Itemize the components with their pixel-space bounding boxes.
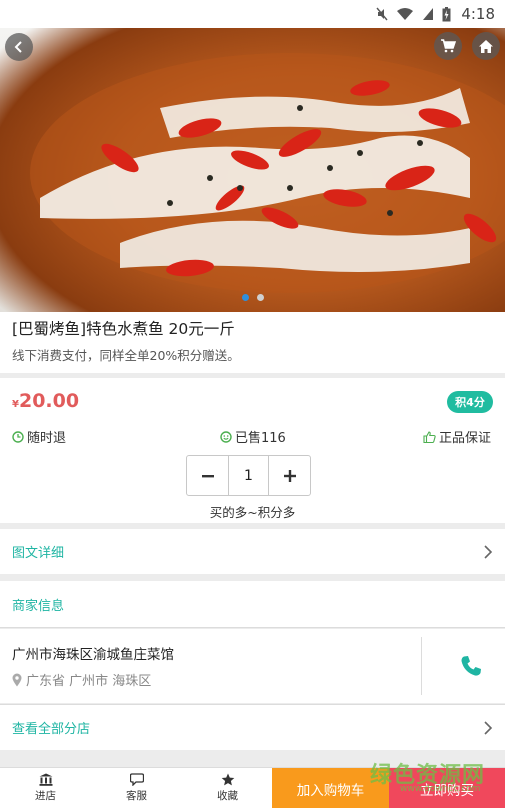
feature-sold-label: 已售116 <box>235 431 286 446</box>
location-pin-icon <box>12 673 22 686</box>
feature-sold: 已售116 <box>220 427 286 446</box>
quantity-stepper[interactable]: 1 <box>186 455 311 496</box>
battery-icon <box>442 6 451 21</box>
tab-enter-store[interactable]: 进店 <box>0 768 91 808</box>
home-icon <box>479 39 493 53</box>
quantity-hint: 买的多~积分多 <box>209 505 296 520</box>
star-icon <box>221 773 234 786</box>
chevron-right-icon <box>484 720 493 735</box>
add-to-cart-button[interactable]: 加入购物车 <box>272 768 389 808</box>
product-image-carousel[interactable] <box>0 28 505 312</box>
plus-icon <box>283 469 296 482</box>
bottom-action-bar: 进店 客服 收藏 加入购物车 立即购买 <box>0 767 505 808</box>
chat-icon <box>129 773 144 786</box>
back-button[interactable] <box>5 33 33 61</box>
merchant-info-label: 商家信息 <box>12 598 65 614</box>
price-block: ¥20.00 积4分 随时退 已售116 正品保证 1 买的多~积分多 <box>0 378 505 523</box>
chevron-right-icon <box>484 544 493 559</box>
tab-enter-store-label: 进店 <box>35 790 56 802</box>
fish-dish-image <box>30 53 505 293</box>
minus-icon <box>201 474 214 477</box>
status-bar: 4:18 <box>0 0 505 28</box>
shop-location: 广东省 广州市 海珠区 <box>12 670 151 689</box>
status-time: 4:18 <box>461 5 495 23</box>
cart-icon <box>441 39 456 53</box>
all-branches-label: 查看全部分店 <box>12 722 91 737</box>
product-page: 4:18 [巴蜀烤鱼]特色水煮鱼 20元一斤 线下消费支付，同样全单20%积分赠… <box>0 0 505 808</box>
tab-favorite-label: 收藏 <box>217 790 238 802</box>
detail-label: 图文详细 <box>12 546 65 561</box>
divider <box>421 637 422 695</box>
merchant-info-header: 商家信息 <box>0 581 505 628</box>
feature-genuine: 正品保证 <box>423 427 491 446</box>
shop-location-text: 广东省 广州市 海珠区 <box>26 674 152 689</box>
product-price: ¥20.00 <box>12 390 79 412</box>
call-button[interactable] <box>454 651 488 681</box>
thumbs-up-icon <box>423 430 436 443</box>
tab-favorite[interactable]: 收藏 <box>182 768 273 808</box>
increase-quantity-button[interactable] <box>269 456 310 495</box>
clock-icon <box>12 430 24 443</box>
wifi-icon <box>397 8 414 20</box>
detail-row[interactable]: 图文详细 <box>0 529 505 574</box>
product-title-block: [巴蜀烤鱼]特色水煮鱼 20元一斤 线下消费支付，同样全单20%积分赠送。 <box>0 312 505 373</box>
tab-customer-service[interactable]: 客服 <box>91 768 182 808</box>
cart-button[interactable] <box>434 32 462 60</box>
product-title: [巴蜀烤鱼]特色水煮鱼 20元一斤 <box>12 320 235 338</box>
phone-icon <box>461 656 481 676</box>
carousel-dot[interactable] <box>256 294 264 301</box>
bank-icon <box>39 773 52 786</box>
decrease-quantity-button[interactable] <box>187 456 228 495</box>
feature-genuine-label: 正品保证 <box>439 431 492 446</box>
merchant-card[interactable]: 广州市海珠区渝城鱼庄菜馆 广东省 广州市 海珠区 <box>0 629 505 703</box>
home-button[interactable] <box>472 32 500 60</box>
all-branches-row[interactable]: 查看全部分店 <box>0 704 505 750</box>
feature-refund-label: 随时退 <box>27 431 67 446</box>
smile-icon <box>220 430 232 443</box>
tab-customer-service-label: 客服 <box>126 790 147 802</box>
carousel-dot-active[interactable] <box>241 294 249 301</box>
shop-name: 广州市海珠区渝城鱼庄菜馆 <box>12 647 174 663</box>
quantity-value[interactable]: 1 <box>228 456 269 495</box>
chevron-left-icon <box>14 41 22 53</box>
buy-now-button[interactable]: 立即购买 <box>389 768 505 808</box>
points-badge: 积4分 <box>447 391 493 413</box>
currency-symbol: ¥ <box>12 399 19 410</box>
price-amount: 20.00 <box>18 390 80 412</box>
signal-icon <box>423 8 434 20</box>
mute-icon <box>376 7 388 21</box>
feature-refund: 随时退 <box>12 427 66 446</box>
product-subtitle: 线下消费支付，同样全单20%积分赠送。 <box>12 348 240 363</box>
carousel-indicator <box>0 294 505 301</box>
